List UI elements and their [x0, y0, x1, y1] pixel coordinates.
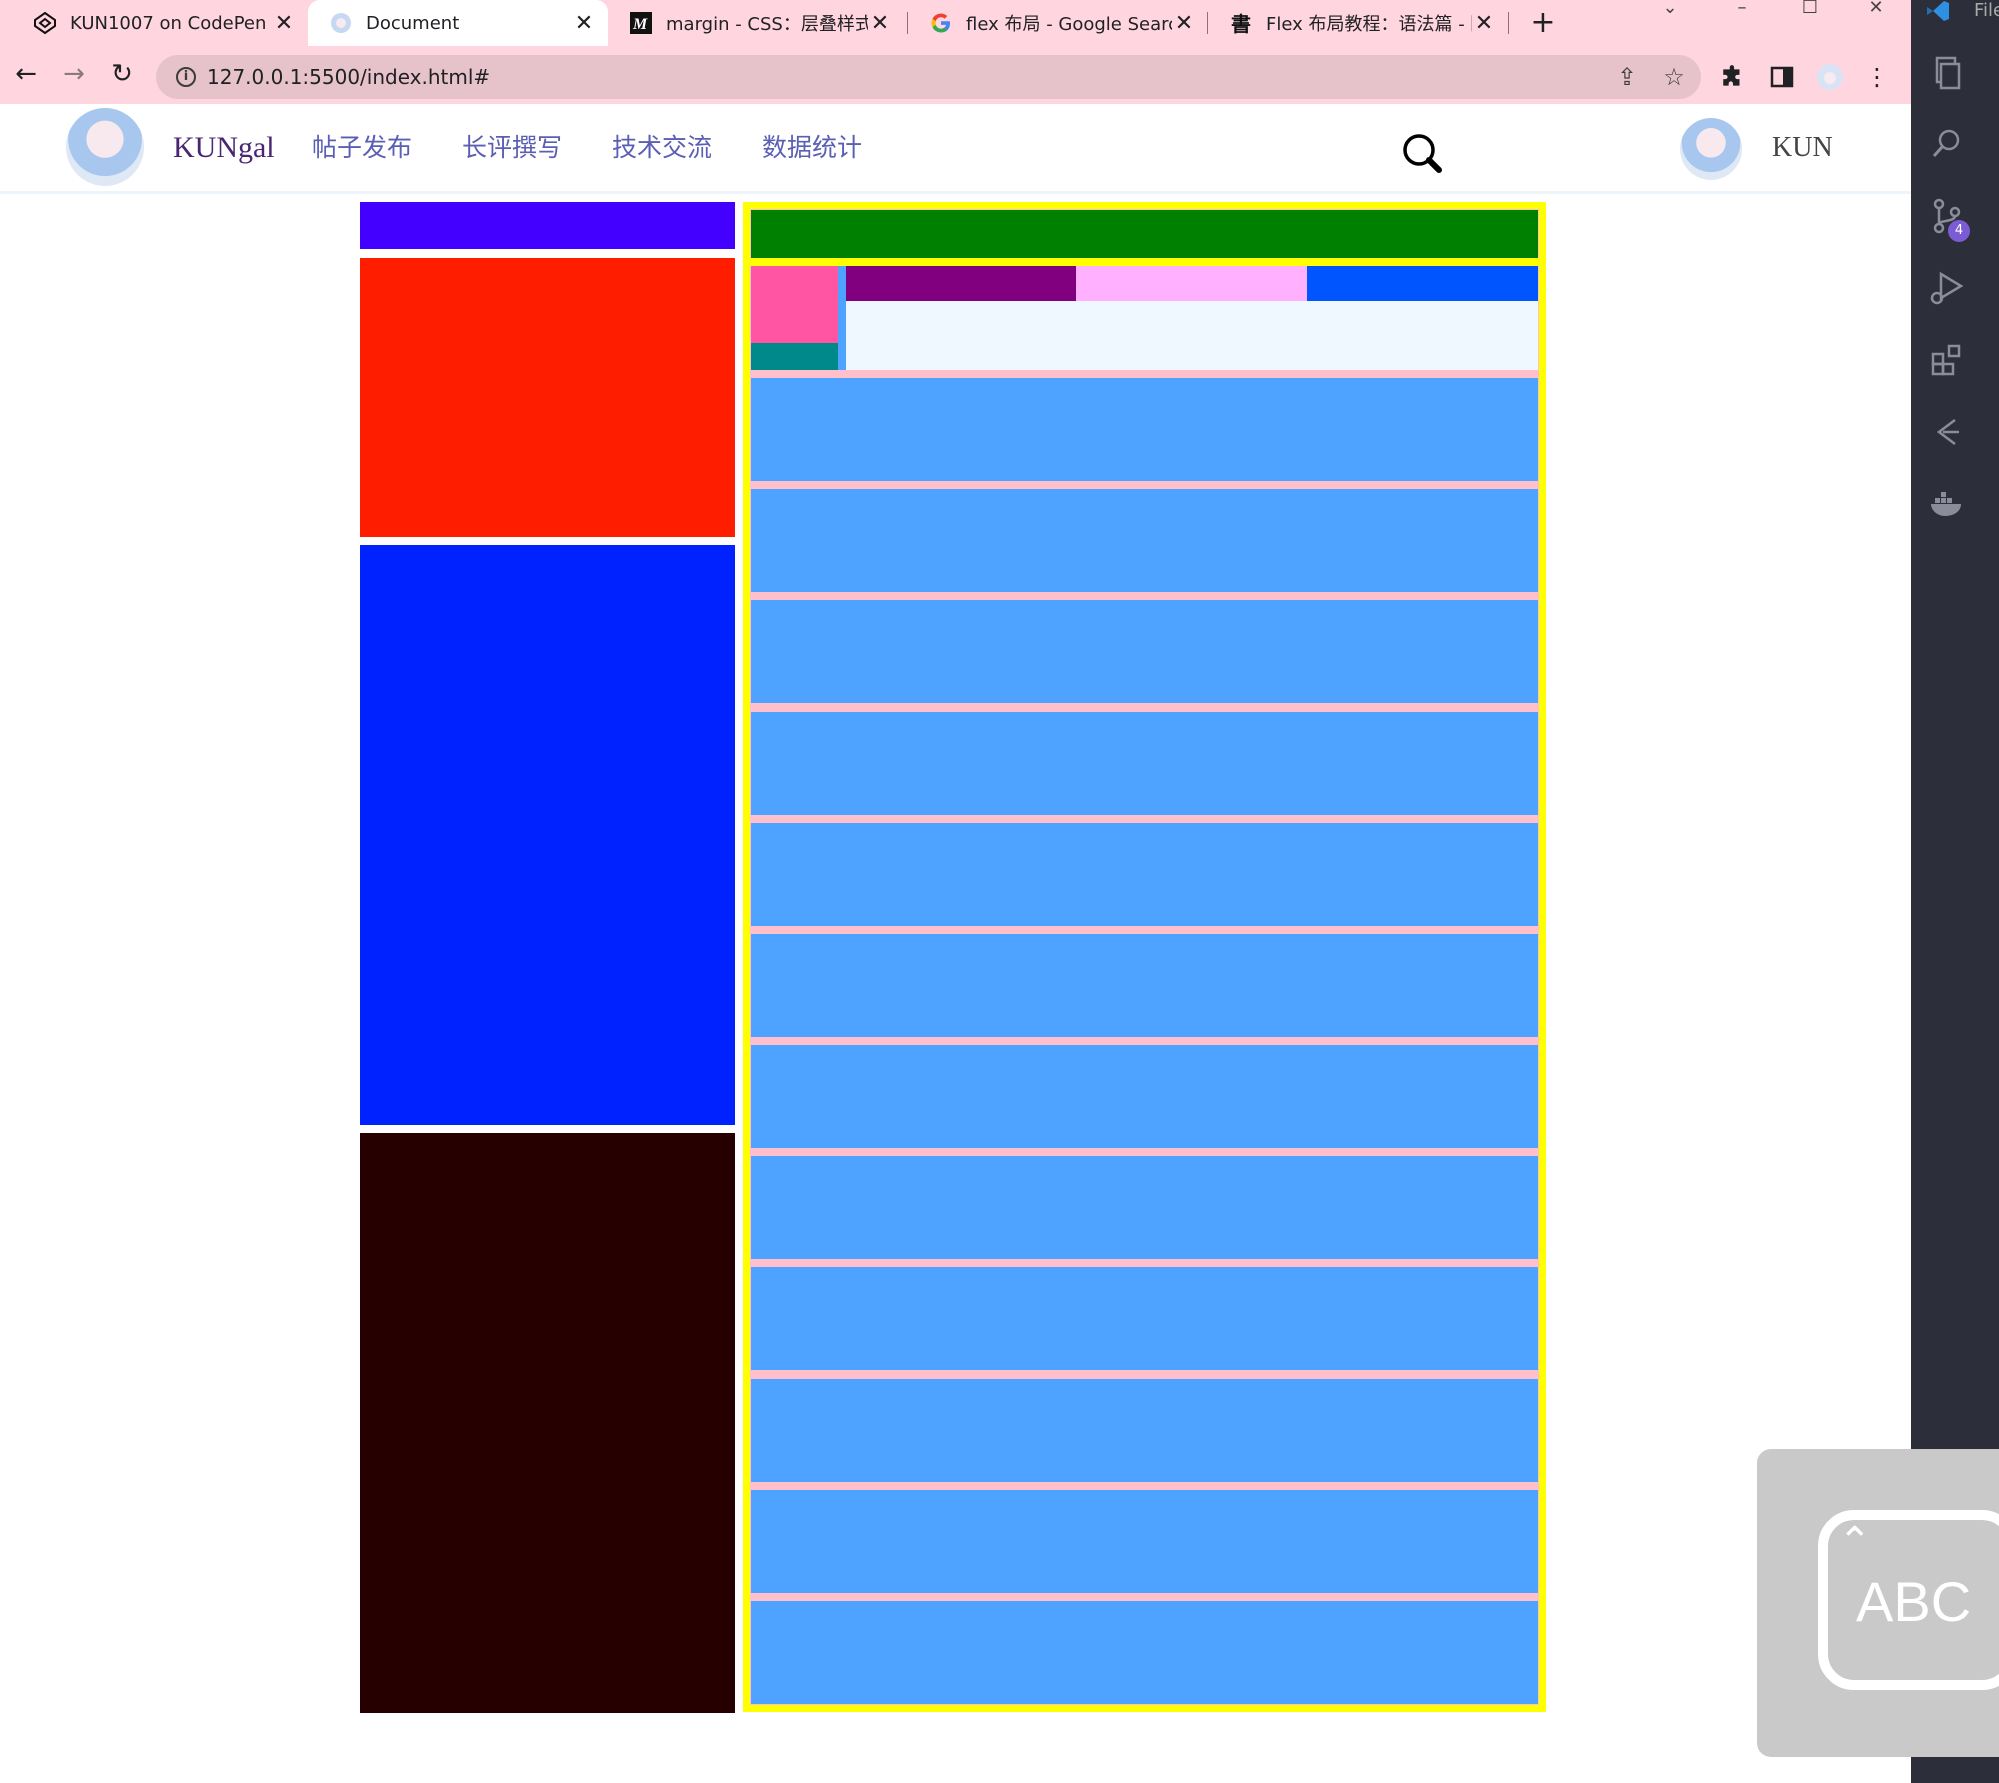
tab-light-pink[interactable]	[1076, 266, 1307, 301]
tab-google[interactable]: flex 布局 - Google Search ✕	[908, 0, 1208, 46]
tab-title: Flex 布局教程：语法篇 - 阮	[1266, 14, 1472, 35]
menu-kebab-icon[interactable]: ⋮	[1857, 57, 1897, 97]
logo-avatar[interactable]	[66, 108, 144, 186]
list-row[interactable]	[751, 1600, 1538, 1704]
maximize-icon[interactable]: ☐	[1780, 0, 1840, 20]
vscode-logo-icon	[1927, 1, 1949, 21]
caret-up-icon: ⌃	[1838, 1519, 1872, 1565]
site-header	[0, 104, 1911, 194]
new-tab-button[interactable]: +	[1526, 6, 1560, 40]
tab-panel	[846, 301, 1538, 370]
list-row[interactable]	[751, 1267, 1538, 1371]
list-row[interactable]	[751, 933, 1538, 1037]
list-row[interactable]	[751, 489, 1538, 593]
list-row[interactable]	[751, 711, 1538, 815]
back-arrow-icon[interactable]: ←	[6, 54, 46, 94]
profile-avatar-icon[interactable]	[1810, 57, 1850, 97]
user-name[interactable]: KUN	[1772, 128, 1833, 168]
run-debug-icon[interactable]	[1925, 266, 1969, 310]
list-row[interactable]	[751, 1156, 1538, 1260]
close-icon[interactable]: ✕	[272, 11, 296, 36]
tab-gutter	[838, 266, 846, 370]
close-icon[interactable]: ✕	[1472, 11, 1496, 36]
tab-purple[interactable]	[846, 266, 1076, 301]
info-icon[interactable]: i	[176, 67, 196, 87]
tab-title: KUN1007 on CodePen	[70, 12, 267, 34]
tab-document[interactable]: Document ✕	[308, 0, 608, 46]
user-avatar[interactable]	[1680, 118, 1742, 180]
list-row[interactable]	[751, 822, 1538, 926]
svg-text:M: M	[632, 16, 648, 33]
tab-title: margin - CSS：层叠样式表	[666, 14, 868, 35]
logo-text[interactable]: KUNgal	[173, 128, 275, 168]
forward-arrow-icon[interactable]: →	[54, 54, 94, 94]
file-menu-label[interactable]: File	[1974, 0, 1999, 22]
close-window-icon[interactable]: ✕	[1846, 0, 1906, 20]
nav-link-post[interactable]: 帖子发布	[312, 130, 412, 166]
minimize-icon[interactable]: –	[1712, 0, 1772, 20]
list-row[interactable]	[751, 1045, 1538, 1149]
ime-mode-label: ABC	[1856, 1570, 1972, 1633]
pink-square	[751, 266, 838, 343]
share-icon[interactable]: ⇪	[1610, 60, 1644, 94]
scm-badge: 4	[1948, 220, 1970, 242]
star-icon[interactable]: ☆	[1657, 60, 1691, 94]
tab-ruanyf[interactable]: 書 Flex 布局教程：语法篇 - 阮 ✕	[1208, 0, 1508, 46]
tab-mdn[interactable]: M margin - CSS：层叠样式表 ✕	[608, 0, 904, 46]
reload-icon[interactable]: ↻	[102, 54, 142, 94]
codepen-icon	[32, 10, 58, 36]
left-dark-block	[360, 1133, 735, 1713]
tab-title: Document	[366, 12, 460, 34]
explorer-files-icon[interactable]	[1925, 50, 1969, 94]
extensions-puzzle-icon[interactable]	[1713, 57, 1753, 97]
nav-link-stats[interactable]: 数据统计	[762, 130, 862, 166]
tab-blue[interactable]	[1307, 266, 1538, 301]
list-row[interactable]	[751, 1378, 1538, 1482]
search-icon[interactable]	[1402, 133, 1442, 173]
docker-icon[interactable]	[1925, 482, 1969, 526]
svg-text:書: 書	[1231, 12, 1251, 35]
remote-explorer-icon[interactable]	[1925, 410, 1969, 454]
list-row[interactable]	[751, 600, 1538, 704]
ruanyf-icon: 書	[1228, 10, 1254, 36]
close-icon[interactable]: ✕	[868, 11, 892, 36]
main-header-bar	[751, 210, 1538, 258]
anime-avatar-icon	[328, 10, 354, 36]
nav-link-tech[interactable]: 技术交流	[612, 130, 712, 166]
nav-link-review[interactable]: 长评撰写	[462, 130, 562, 166]
close-icon[interactable]: ✕	[572, 11, 596, 36]
header-divider	[750, 258, 1539, 266]
google-icon	[928, 10, 954, 36]
tab-title: flex 布局 - Google Search	[966, 14, 1172, 35]
search-icon[interactable]	[1925, 122, 1969, 166]
list-row[interactable]	[751, 378, 1538, 482]
teal-strip	[751, 343, 838, 370]
left-top-bar	[360, 202, 735, 249]
extensions-icon[interactable]	[1925, 338, 1969, 382]
list-row[interactable]	[751, 1489, 1538, 1593]
url-text[interactable]: 127.0.0.1:5500/index.html#	[207, 62, 490, 92]
tab-codepen[interactable]: KUN1007 on CodePen ✕	[12, 0, 308, 46]
left-blue-block	[360, 545, 735, 1125]
tab-search-icon[interactable]: ⌄	[1640, 0, 1700, 20]
tab-strip: KUN1007 on CodePen ✕ Document ✕ M margin…	[0, 0, 1911, 46]
left-red-block	[360, 258, 735, 537]
mdn-icon: M	[628, 10, 654, 36]
close-icon[interactable]: ✕	[1172, 11, 1196, 36]
tab-separator	[1508, 12, 1509, 34]
side-panel-icon[interactable]	[1762, 57, 1802, 97]
